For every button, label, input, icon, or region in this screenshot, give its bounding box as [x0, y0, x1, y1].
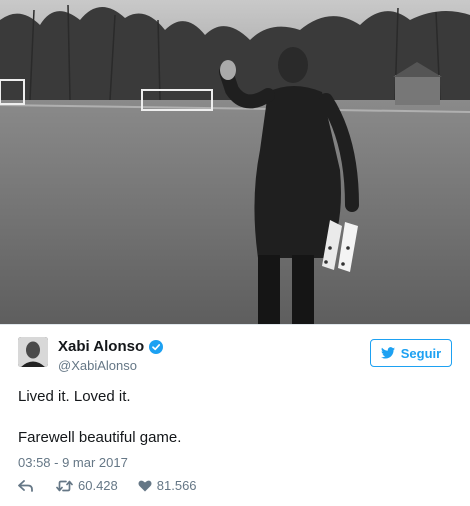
follow-button-label: Seguir — [400, 345, 442, 361]
like-count: 81.566 — [156, 478, 197, 493]
photo-illustration — [0, 0, 470, 324]
reply-button[interactable] — [18, 479, 38, 492]
tweet-timestamp[interactable]: 03:58 - 9 mar 2017 — [18, 455, 128, 470]
verified-badge-icon — [149, 339, 164, 354]
twitter-bird-icon — [380, 347, 395, 359]
like-button[interactable]: 81.566 — [138, 478, 197, 493]
tweet-text-line-2: Farewell beautiful game. — [18, 429, 182, 446]
author-name-row[interactable]: Xabi Alonso — [58, 338, 164, 355]
tweet-photo[interactable] — [0, 0, 470, 324]
author-handle[interactable]: @XabiAlonso — [58, 358, 137, 373]
tweet-actions: 60.428 81.566 — [18, 478, 197, 493]
retweet-count: 60.428 — [78, 478, 118, 493]
avatar-image — [18, 337, 48, 367]
retweet-button[interactable]: 60.428 — [56, 478, 118, 493]
tweet-text-line-1: Lived it. Loved it. — [18, 388, 131, 405]
follow-button[interactable]: Seguir — [370, 339, 452, 367]
reply-icon — [18, 479, 33, 492]
tweet-card: Xabi Alonso @XabiAlonso Seguir Lived it.… — [0, 324, 470, 506]
retweet-icon — [56, 480, 73, 491]
avatar[interactable] — [18, 337, 48, 367]
heart-icon — [138, 480, 152, 491]
author-display-name[interactable]: Xabi Alonso — [58, 338, 144, 355]
